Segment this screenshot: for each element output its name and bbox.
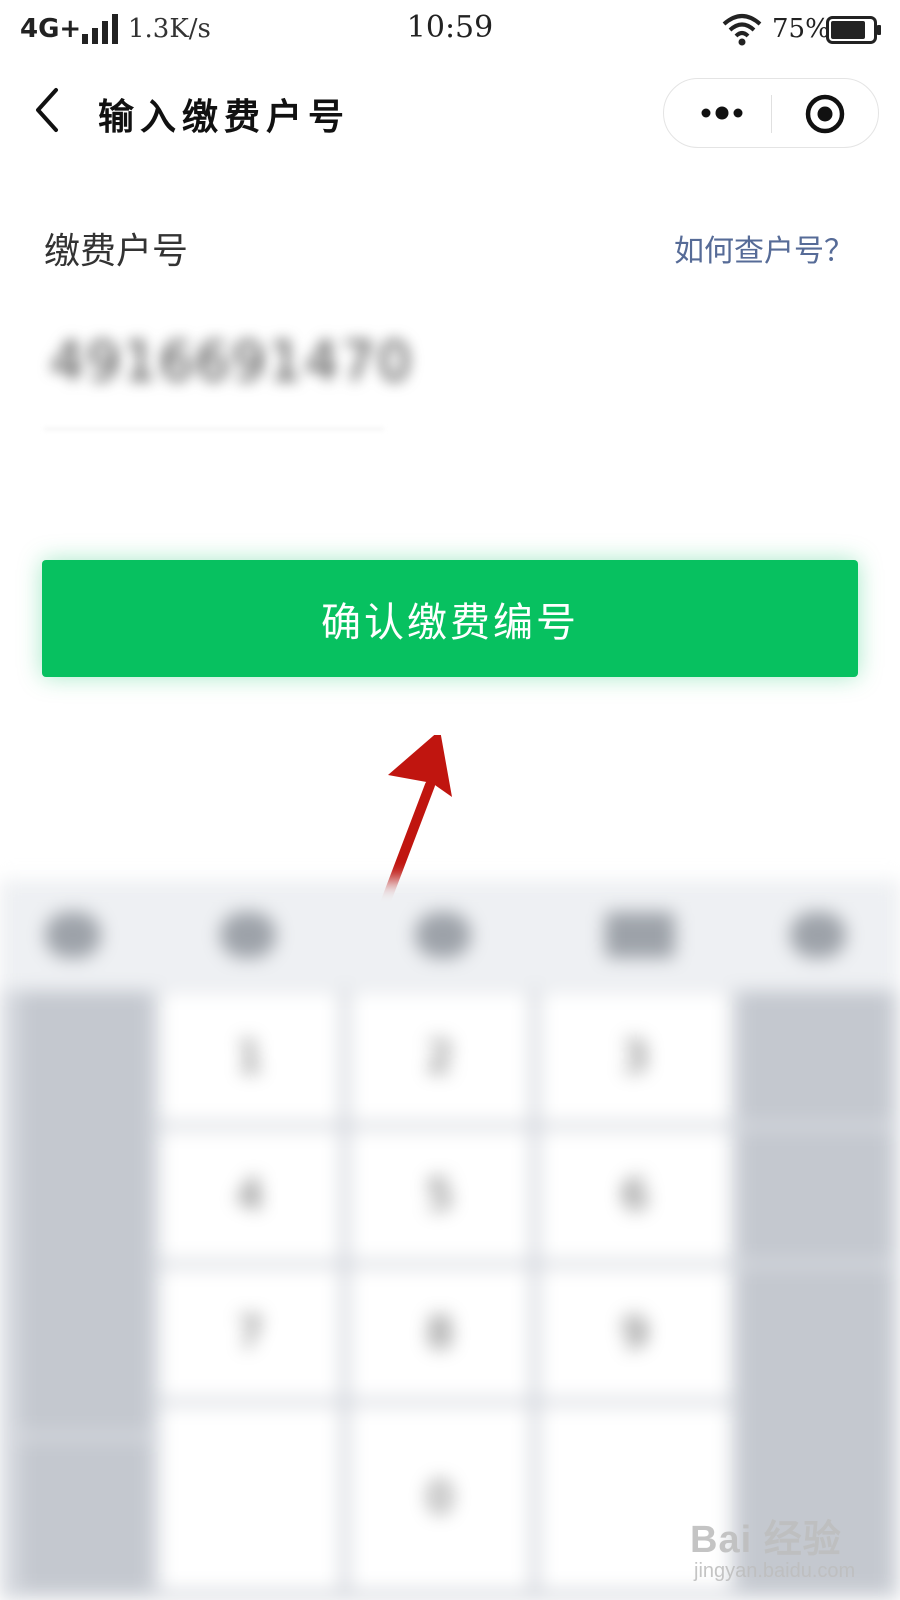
battery-percent: 75% [772, 14, 830, 44]
keyboard-switch-key[interactable] [20, 1440, 150, 1590]
keyboard-key[interactable]: 7 [160, 1268, 340, 1398]
clock: 10:59 [406, 10, 494, 45]
keyboard-key[interactable]: 3 [540, 992, 730, 1122]
keyboard-tool-icon[interactable] [415, 912, 471, 958]
wifi-icon [722, 14, 762, 46]
keyboard-key[interactable]: 1 [160, 992, 340, 1122]
confirm-account-button[interactable]: 确认缴费编号 [42, 560, 858, 677]
capsule-divider [771, 95, 772, 133]
battery-icon [826, 16, 881, 44]
page-title: 输入缴费户号 [98, 96, 351, 138]
keyboard-tool-icon[interactable] [220, 912, 276, 958]
keyboard-key[interactable]: 2 [350, 992, 530, 1122]
mini-program-capsule [663, 78, 879, 148]
keyboard-tool-icon[interactable] [45, 912, 101, 958]
keyboard-key[interactable]: 0 [350, 1406, 530, 1590]
keyboard-toolbar [0, 880, 900, 990]
numeric-keyboard: 1 2 3 4 5 6 7 8 9 0 [0, 880, 900, 1600]
account-number-input[interactable]: 4916691470 [44, 320, 854, 430]
keyboard-symbol-column[interactable] [20, 992, 150, 1432]
more-options-icon[interactable] [698, 101, 746, 125]
nav-bar: 输入缴费户号 [0, 62, 900, 158]
keyboard-delete-key[interactable] [740, 992, 890, 1122]
close-mini-program-icon[interactable] [804, 93, 846, 135]
account-number-value: 4916691470 [50, 330, 414, 393]
status-bar: 4G+ 1.3K/s 10:59 75% [0, 0, 900, 62]
input-underline [44, 428, 384, 430]
keyboard-tool-icon[interactable] [790, 912, 846, 958]
baidu-jingyan-watermark: Bai 经验 jingyan.baidu.com [690, 1500, 880, 1590]
watermark-text: Bai 经验 [690, 1519, 842, 1561]
back-arrow-icon[interactable] [28, 84, 68, 136]
keyboard-key[interactable]: 9 [540, 1268, 730, 1398]
account-field-label: 缴费户号 [44, 231, 189, 272]
how-to-find-account-link[interactable]: 如何查户号？ [674, 226, 854, 270]
keyboard-key[interactable]: 8 [350, 1268, 530, 1398]
account-label-row: 缴费户号 如何查户号？ [0, 210, 900, 280]
keyboard-fn-key[interactable] [740, 1130, 890, 1260]
keyboard-key[interactable]: 4 [160, 1130, 340, 1260]
keyboard-key[interactable]: 6 [540, 1130, 730, 1260]
keyboard-tool-icon[interactable] [605, 912, 675, 958]
keyboard-key[interactable]: 5 [350, 1130, 530, 1260]
watermark-url: jingyan.baidu.com [694, 1560, 856, 1582]
keyboard-symbol-key[interactable] [160, 1406, 340, 1590]
